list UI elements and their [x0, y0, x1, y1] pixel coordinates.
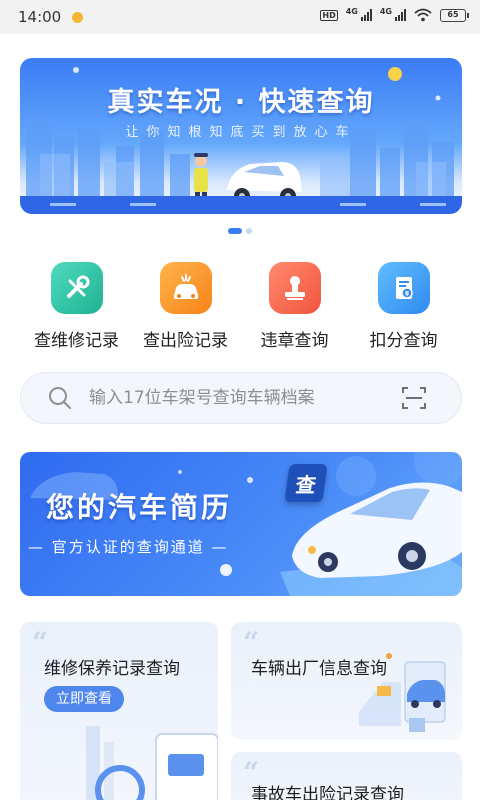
- road-dash: [50, 203, 76, 206]
- quick-menu-label: 违章查询: [260, 331, 329, 351]
- magnifier-car-illustration: [86, 726, 218, 800]
- vin-search-input[interactable]: [89, 388, 401, 408]
- car-resume-banner[interactable]: 您的汽车简历 — 官方认证的查询通道 — 查: [20, 452, 462, 596]
- quick-menu-label: 查维修记录: [34, 331, 119, 351]
- notification-dot-icon: [72, 12, 83, 23]
- quick-menu-label: 扣分查询: [369, 331, 438, 351]
- carousel-indicator[interactable]: [0, 228, 480, 234]
- quick-menu-insurance-record[interactable]: 查出险记录: [131, 262, 240, 351]
- quick-menu-violation-query[interactable]: 违章查询: [240, 262, 349, 351]
- carousel-dot[interactable]: [246, 228, 252, 234]
- banner-road: [20, 196, 462, 214]
- top-banner[interactable]: 真实车况 · 快速查询 让你知根知底买到放心车: [20, 58, 462, 214]
- quick-menu-label: 查出险记录: [143, 331, 228, 351]
- network-label-1: 4G: [345, 6, 358, 16]
- query-tag-label: 查: [294, 472, 318, 497]
- card-title: 事故车出险记录查询: [251, 785, 404, 800]
- status-bar: 14:00 HD 4G 4G 65: [0, 0, 480, 34]
- signal-icon: [360, 9, 372, 21]
- stamp-icon: [268, 262, 321, 314]
- promo-subtitle: — 官方认证的查询通道 —: [28, 538, 229, 556]
- factory-car-illustration: [359, 653, 446, 732]
- promo-title: 您的汽车简历: [46, 491, 233, 524]
- battery-icon: 65: [440, 8, 469, 22]
- card-factory-info[interactable]: “ 车辆出厂信息查询: [231, 622, 462, 740]
- status-indicators: HD 4G 4G 65: [320, 6, 469, 22]
- hd-badge: HD: [320, 9, 338, 21]
- quick-menu-points-query[interactable]: 扣分查询: [349, 262, 458, 351]
- quick-menu-repair-record[interactable]: 查维修记录: [22, 262, 131, 351]
- status-time: 14:00: [18, 8, 62, 26]
- road-dash: [130, 203, 156, 206]
- wrench-screwdriver-icon: [50, 262, 103, 314]
- card-maintenance-record[interactable]: “ 维修保养记录查询 立即查看: [20, 622, 218, 800]
- scan-icon[interactable]: [401, 385, 427, 411]
- vin-search-box[interactable]: [20, 372, 462, 424]
- quick-menu: 查维修记录 查出险记录 违章查询 扣分查询: [22, 262, 458, 351]
- wifi-icon: [414, 8, 432, 22]
- road-dash: [420, 203, 446, 206]
- document-badge-icon: [377, 262, 430, 314]
- carousel-dot-active[interactable]: [228, 228, 242, 234]
- car-crash-icon: [159, 262, 212, 314]
- query-tag: 查: [284, 464, 328, 502]
- banner-subtitle: 让你知根知底买到放心车: [125, 125, 357, 140]
- banner-title: 真实车况 · 快速查询: [107, 87, 375, 118]
- search-icon: [49, 387, 71, 409]
- road-dash: [340, 203, 366, 206]
- signal-icon-2: [395, 9, 406, 21]
- card-accident-insurance[interactable]: “ 事故车出险记录查询: [231, 752, 462, 800]
- network-label-2: 4G: [379, 6, 392, 16]
